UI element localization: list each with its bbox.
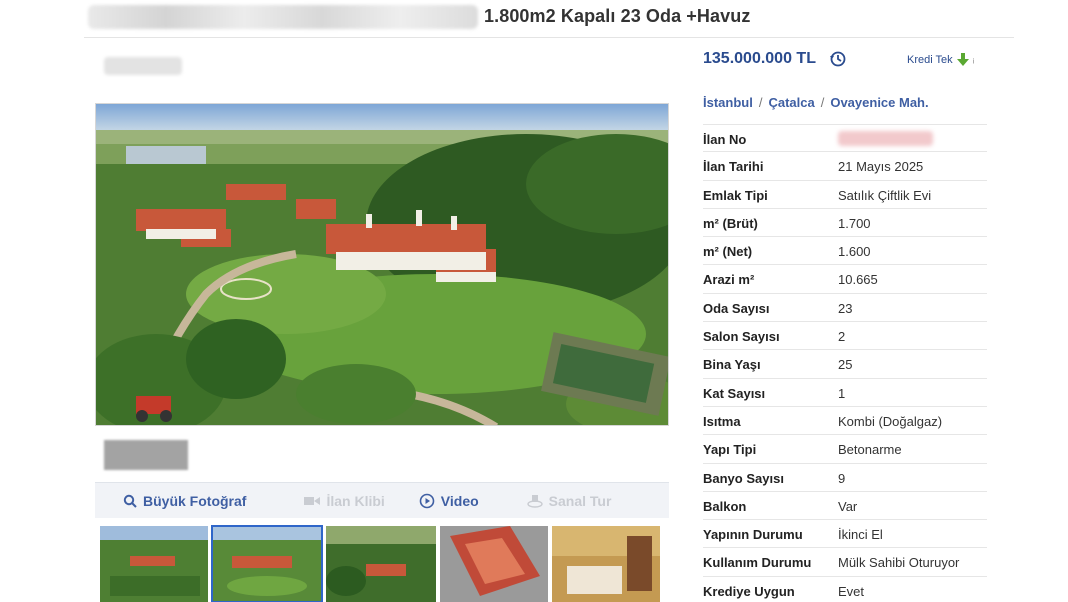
thumbnail-selected[interactable] bbox=[211, 525, 323, 602]
listing-clip-label: İlan Klibi bbox=[326, 492, 385, 509]
thumbnail[interactable] bbox=[552, 526, 660, 602]
thumbnail-image-1 bbox=[100, 526, 208, 602]
detail-label: m² (Brüt) bbox=[703, 215, 758, 231]
detail-value: 21 Mayıs 2025 bbox=[838, 159, 924, 175]
main-photo[interactable] bbox=[95, 103, 669, 426]
detail-value: 1.700 bbox=[838, 215, 871, 231]
detail-value: Var bbox=[838, 498, 858, 514]
detail-row: m² (Net) 1.600 bbox=[703, 237, 987, 266]
virtual-tour-icon bbox=[526, 494, 543, 508]
credit-label: Kredi Tek bbox=[907, 54, 953, 66]
thumbnail[interactable] bbox=[100, 526, 208, 602]
detail-label: Banyo Sayısı bbox=[703, 470, 784, 486]
virtual-tour-label: Sanal Tur bbox=[548, 492, 612, 509]
thumbnail[interactable] bbox=[440, 526, 548, 602]
listing-clip-button[interactable]: İlan Klibi bbox=[246, 492, 385, 509]
credit-more-icon: ᵢ bbox=[972, 54, 975, 66]
detail-value: Betonarme bbox=[838, 442, 902, 458]
detail-row: Kullanım Durumu Mülk Sahibi Oturuyor bbox=[703, 548, 987, 577]
detail-label: Kullanım Durumu bbox=[703, 555, 812, 571]
location-breadcrumb: İstanbul / Çatalca / Ovayenice Mah. bbox=[703, 95, 929, 110]
detail-value: Satılık Çiftlik Evi bbox=[838, 187, 932, 203]
redacted-text bbox=[104, 57, 182, 75]
video-camera-icon bbox=[304, 496, 321, 505]
thumbnail-image-3 bbox=[326, 526, 436, 602]
detail-row: Oda Sayısı 23 bbox=[703, 294, 987, 323]
listing-details-table: İlan No İlan Tarihi 21 Mayıs 2025 Emlak T… bbox=[703, 124, 987, 602]
detail-row: Yapı Tipi Betonarme bbox=[703, 435, 987, 464]
virtual-tour-button[interactable]: Sanal Tur bbox=[479, 492, 612, 509]
breadcrumb-separator: / bbox=[820, 95, 825, 110]
redacted-listing-number bbox=[838, 131, 933, 146]
thumbnail-strip bbox=[95, 520, 669, 602]
detail-row: Emlak Tipi Satılık Çiftlik Evi bbox=[703, 181, 987, 209]
detail-label: Bina Yaşı bbox=[703, 357, 761, 373]
detail-label: Krediye Uygun bbox=[703, 583, 795, 599]
detail-label: İlan No bbox=[703, 132, 747, 147]
listing-title-bar: 1.800m2 Kapalı 23 Oda +Havuz bbox=[84, 0, 1014, 38]
big-photo-button[interactable]: Büyük Fotoğraf bbox=[95, 493, 246, 509]
video-button[interactable]: Video bbox=[385, 493, 479, 509]
detail-value: 25 bbox=[838, 357, 853, 373]
detail-label: İlan Tarihi bbox=[703, 159, 764, 175]
detail-value: Mülk Sahibi Oturuyor bbox=[838, 555, 960, 571]
search-icon bbox=[123, 494, 137, 508]
breadcrumb-separator: / bbox=[758, 95, 763, 110]
thumbnail-image-4 bbox=[440, 526, 548, 602]
download-arrow-icon bbox=[956, 53, 969, 66]
detail-label: m² (Net) bbox=[703, 244, 753, 260]
listing-page: 1.800m2 Kapalı 23 Oda +Havuz Büyük Fotoğ… bbox=[0, 0, 1068, 602]
detail-value: 2 bbox=[838, 329, 846, 345]
redacted-title-prefix bbox=[88, 5, 478, 29]
detail-row: İlan No bbox=[703, 124, 987, 153]
detail-label: Kat Sayısı bbox=[703, 385, 766, 401]
detail-value: 23 bbox=[838, 300, 853, 316]
detail-label: Isıtma bbox=[703, 413, 741, 429]
detail-value: Kombi (Doğalgaz) bbox=[838, 413, 943, 429]
detail-row: Bina Yaşı 25 bbox=[703, 350, 987, 379]
detail-row: Salon Sayısı 2 bbox=[703, 322, 987, 351]
detail-value: 9 bbox=[838, 470, 846, 486]
thumbnail-image-2 bbox=[212, 526, 322, 602]
detail-label: Yapı Tipi bbox=[703, 442, 757, 458]
breadcrumb-city[interactable]: İstanbul bbox=[703, 95, 753, 110]
detail-row: Kat Sayısı 1 bbox=[703, 379, 987, 407]
aerial-estate-photo bbox=[96, 104, 668, 425]
detail-row: Balkon Var bbox=[703, 492, 987, 521]
detail-row: Banyo Sayısı 9 bbox=[703, 464, 987, 492]
detail-row: İlan Tarihi 21 Mayıs 2025 bbox=[703, 152, 987, 181]
video-label: Video bbox=[440, 492, 479, 509]
detail-row: Krediye Uygun Evet bbox=[703, 577, 987, 602]
detail-value: Evet bbox=[838, 583, 865, 599]
big-photo-label: Büyük Fotoğraf bbox=[143, 492, 247, 509]
detail-label: Salon Sayısı bbox=[703, 329, 780, 345]
thumbnail[interactable] bbox=[326, 526, 436, 602]
credit-link[interactable]: Kredi Tek ᵢ bbox=[907, 53, 974, 67]
detail-label: Oda Sayısı bbox=[703, 300, 770, 316]
detail-row: Isıtma Kombi (Doğalgaz) bbox=[703, 407, 987, 436]
detail-row: m² (Brüt) 1.700 bbox=[703, 209, 987, 238]
detail-value: İkinci El bbox=[838, 527, 883, 543]
listing-price: 135.000.000 TL bbox=[703, 50, 816, 67]
detail-row: Arazi m² 10.665 bbox=[703, 265, 987, 294]
detail-label: Balkon bbox=[703, 498, 747, 514]
detail-label: Yapının Durumu bbox=[703, 527, 803, 543]
breadcrumb-neighborhood[interactable]: Ovayenice Mah. bbox=[830, 95, 928, 110]
redacted-badge bbox=[104, 440, 188, 470]
detail-label: Emlak Tipi bbox=[703, 187, 768, 203]
detail-value: 10.665 bbox=[838, 272, 878, 288]
history-icon[interactable] bbox=[829, 50, 847, 68]
media-toolbar: Büyük Fotoğraf İlan Klibi Video Sanal Tu… bbox=[95, 482, 669, 518]
breadcrumb-district[interactable]: Çatalca bbox=[768, 95, 814, 110]
play-circle-icon bbox=[419, 493, 435, 508]
detail-label: Arazi m² bbox=[703, 272, 755, 288]
detail-row: Yapının Durumu İkinci El bbox=[703, 520, 987, 549]
detail-value: 1 bbox=[838, 385, 846, 401]
thumbnail-image-5 bbox=[552, 526, 660, 602]
listing-title: 1.800m2 Kapalı 23 Oda +Havuz bbox=[484, 6, 751, 26]
detail-value: 1.600 bbox=[838, 244, 871, 260]
